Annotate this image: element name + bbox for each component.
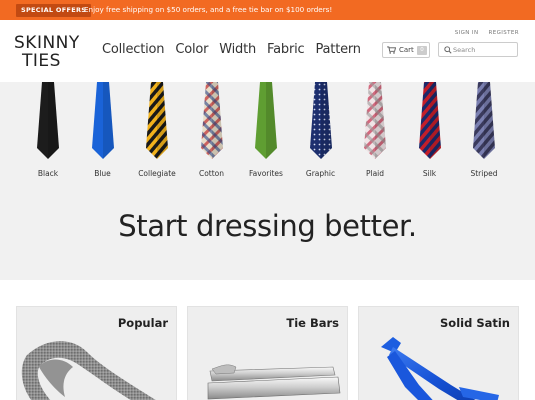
nav-item-pattern[interactable]: Pattern xyxy=(315,42,361,58)
tie-black-icon xyxy=(37,82,59,159)
promo-bar: SPECIAL OFFERS Enjoy free shipping on $5… xyxy=(0,0,535,20)
hero-headline: Start dressing better. xyxy=(118,209,417,243)
nav-item-width[interactable]: Width xyxy=(219,42,256,58)
tie-item-graphic[interactable]: Graphic xyxy=(294,82,348,182)
tie-label: Favorites xyxy=(249,169,283,178)
tie-blue-icon xyxy=(91,82,114,159)
card-title-solid-satin: Solid Satin xyxy=(440,316,510,330)
category-cards: Popular Tie Bars Solid Satin xyxy=(0,280,535,400)
category-card-tie-bars[interactable]: Tie Bars xyxy=(187,306,348,400)
card-title-tie-bars: Tie Bars xyxy=(286,316,339,330)
register-link[interactable]: REGISTER xyxy=(488,29,519,37)
tie-item-striped[interactable]: Striped xyxy=(457,82,511,182)
promo-text: Enjoy free shipping on $50 orders, and a… xyxy=(84,5,333,14)
cart-label: Cart xyxy=(399,46,414,54)
tie-item-collegiate[interactable]: Collegiate xyxy=(130,82,184,182)
tie-item-favorites[interactable]: Favorites xyxy=(239,82,293,182)
cart-count-badge: 0 xyxy=(417,46,427,55)
tie-label: Plaid xyxy=(365,169,385,178)
tie-item-plaid[interactable]: Plaid xyxy=(348,82,402,182)
nav-item-collection[interactable]: Collection xyxy=(102,42,165,58)
cart-icon xyxy=(387,46,396,54)
tie-label: Silk xyxy=(422,169,437,178)
category-card-solid-satin[interactable]: Solid Satin xyxy=(358,306,519,400)
tie-label: Graphic xyxy=(305,169,336,178)
color-band: Black Blue Collegiate Cotton Favorites Graphi… xyxy=(0,82,535,280)
tie-collegiate-icon xyxy=(146,82,168,159)
cart-button[interactable]: Cart 0 xyxy=(382,42,430,58)
search-icon xyxy=(444,46,452,54)
sign-in-link[interactable]: SIGN IN xyxy=(455,29,479,37)
tie-item-black[interactable]: Black xyxy=(21,82,75,182)
tie-silk-icon xyxy=(418,82,441,159)
tie-item-blue[interactable]: Blue xyxy=(76,82,130,182)
tie-cotton-icon xyxy=(200,82,223,159)
tie-label: Cotton xyxy=(198,169,225,178)
nav-item-fabric[interactable]: Fabric xyxy=(267,42,305,58)
nav-item-color[interactable]: Color xyxy=(175,42,208,58)
tie-label: Black xyxy=(37,169,59,178)
tie-label: Striped xyxy=(470,169,498,178)
tie-item-cotton[interactable]: Cotton xyxy=(185,82,239,182)
logo-text-line2: TIES xyxy=(22,51,61,71)
main-nav: Collection Color Width Fabric Pattern xyxy=(102,42,361,58)
card-title-popular: Popular xyxy=(117,316,168,330)
search-input[interactable] xyxy=(453,44,515,55)
special-offers-badge[interactable]: SPECIAL OFFERS xyxy=(16,4,92,17)
tie-item-silk[interactable]: Silk xyxy=(403,82,457,182)
tie-label: Collegiate xyxy=(138,169,176,178)
search-box xyxy=(438,42,518,57)
site-logo[interactable]: SKINNY TIES xyxy=(14,34,82,74)
logo-text-line1: SKINNY xyxy=(14,33,80,53)
category-card-popular[interactable]: Popular xyxy=(16,306,177,400)
tie-label: Blue xyxy=(94,169,111,178)
tie-color-list: Black Blue Collegiate Cotton Favorites Graphi… xyxy=(0,82,535,182)
tie-favorites-icon xyxy=(255,82,277,159)
tie-graphic-icon xyxy=(309,82,332,159)
account-links: SIGN IN REGISTER xyxy=(455,29,519,37)
site-header: SKINNY TIES Collection Color Width Fabri… xyxy=(0,20,535,102)
tie-plaid-icon xyxy=(364,82,386,159)
tie-striped-icon xyxy=(473,82,495,159)
